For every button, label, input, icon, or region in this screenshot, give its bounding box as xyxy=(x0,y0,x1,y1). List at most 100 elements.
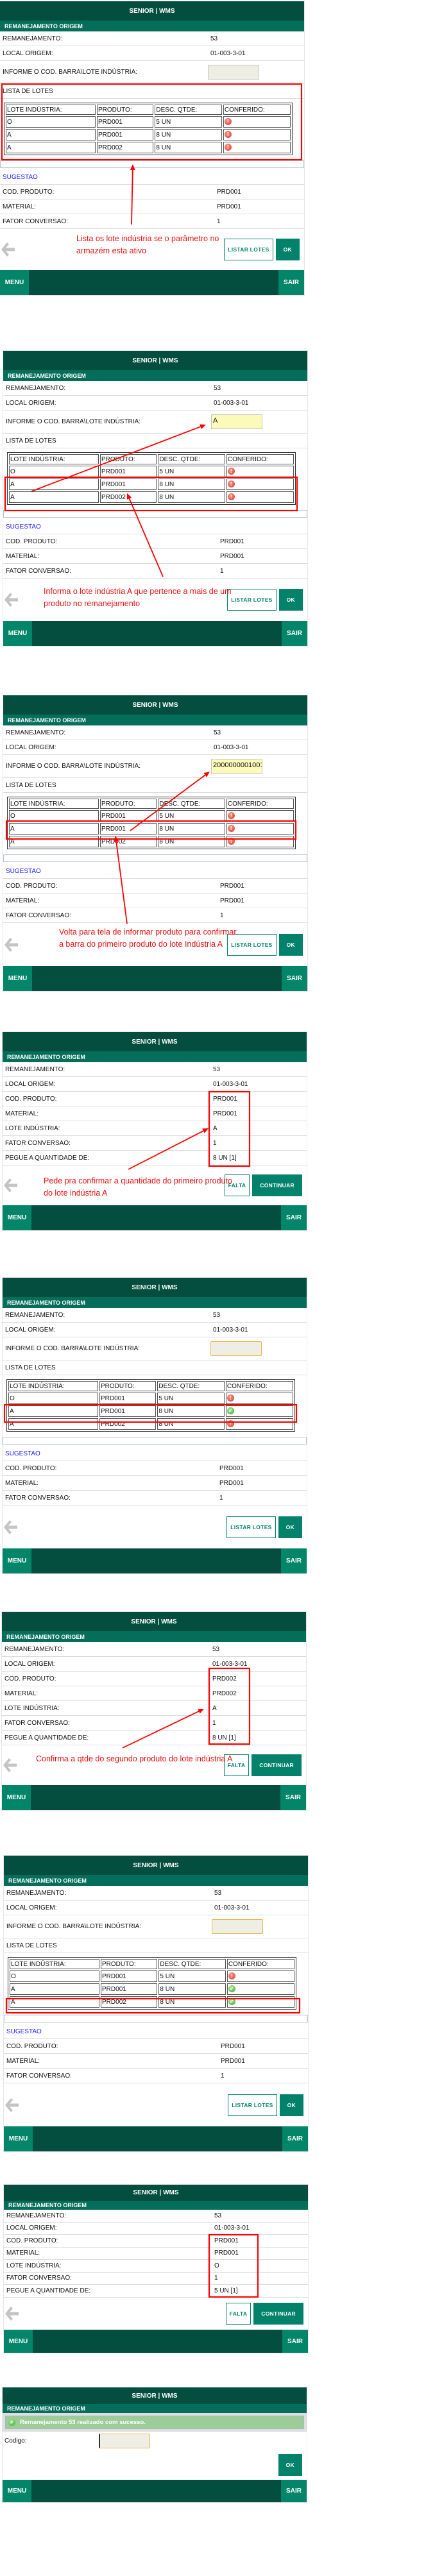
table-row[interactable]: A PRD002 8 UN! xyxy=(6,142,291,153)
success-message-wrap: ✓ Remanejamento 53 realizado com sucesso. xyxy=(3,2413,307,2432)
menu-button[interactable]: MENU xyxy=(3,1205,31,1230)
info-row: MATERIAL: PRD001 xyxy=(4,2248,308,2260)
column-header: CONFERIDO: xyxy=(223,105,291,115)
exit-button[interactable]: SAIR xyxy=(282,2330,308,2353)
exit-button[interactable]: SAIR xyxy=(282,966,307,991)
barcode-input[interactable] xyxy=(212,1919,263,1934)
exit-button[interactable]: SAIR xyxy=(282,621,307,646)
field-label: LOTE INDÚSTRIA: xyxy=(6,2262,62,2269)
exit-button[interactable]: SAIR xyxy=(281,1205,307,1230)
table-row[interactable]: A PRD001 8 UN ✓ xyxy=(8,1405,293,1417)
menu-button[interactable]: MENU xyxy=(3,966,32,991)
menu-button[interactable]: MENU xyxy=(2,1785,31,1810)
table-row[interactable]: O PRD001 5 UN! xyxy=(10,1970,294,1982)
back-arrow-icon[interactable] xyxy=(4,2096,19,2115)
list-lots-button[interactable]: LISTAR LOTES xyxy=(224,239,273,260)
annotation-text: Informa o lote indústria A que pertence … xyxy=(44,586,232,610)
exit-button[interactable]: SAIR xyxy=(281,1548,307,1573)
column-header: LOTE INDÚSTRIA: xyxy=(8,1381,99,1391)
table-row[interactable]: A PRD001 8 UN! xyxy=(9,479,294,490)
table-row[interactable]: A PRD002 8 UN! xyxy=(9,491,294,503)
annotation-line: Confirma a qtde do segundo produto do lo… xyxy=(36,1754,233,1763)
table-row[interactable]: O PRD001 5 UN! xyxy=(6,116,291,128)
section-title: REMANEJAMENTO ORIGEM xyxy=(3,1051,307,1062)
table-row[interactable]: A PRD002 8 UN! xyxy=(9,836,294,847)
exit-button[interactable]: SAIR xyxy=(282,2126,308,2151)
back-arrow-icon[interactable] xyxy=(3,1176,18,1195)
field-value: 1 xyxy=(213,1139,217,1147)
annotation-line: armazém esta ativo xyxy=(76,246,147,255)
back-arrow-icon[interactable] xyxy=(4,2304,19,2323)
exit-button[interactable]: SAIR xyxy=(278,270,304,295)
ok-button[interactable]: OK xyxy=(279,2094,303,2116)
barcode-input[interactable]: 2000000001001 xyxy=(211,759,262,774)
menu-button[interactable]: MENU xyxy=(4,2330,33,2353)
cell-produto: PRD002 xyxy=(101,1996,158,2008)
menu-button[interactable]: MENU xyxy=(3,1548,31,1573)
alert-circle-icon: ! xyxy=(224,131,232,139)
info-row: FATOR CONVERSAO: 1 xyxy=(3,1136,307,1151)
field-value: 1 xyxy=(217,217,221,225)
ok-button[interactable]: OK xyxy=(278,2453,302,2476)
table-row[interactable]: O PRD001 5 UN! xyxy=(9,810,294,822)
cell-qtde: 8 UN xyxy=(158,491,225,503)
field-value: 53 xyxy=(214,1889,222,1897)
continue-button[interactable]: CONTINUAR xyxy=(252,1174,302,1196)
barcode-input[interactable] xyxy=(210,1341,262,1356)
continue-button[interactable]: CONTINUAR xyxy=(251,1754,302,1776)
suggestion-title-row: SUGESTAO xyxy=(4,2024,308,2039)
table-row[interactable]: A PRD001 8 UN! xyxy=(6,129,291,140)
table-header-row: LOTE INDÚSTRIA: PRODUTO: DESC. QTDE: CONFER… xyxy=(10,1959,294,1969)
field-value: 01-003-3-01 xyxy=(213,1080,248,1088)
info-row: LOCAL ORIGEM: 01-003-3-01 xyxy=(3,1323,307,1337)
table-row[interactable]: A PRD002 8 UN! xyxy=(8,1418,293,1430)
alert-circle-icon: ! xyxy=(226,1420,234,1428)
table-header-row: LOTE INDÚSTRIA: PRODUTO: DESC. QTDE: CONFER… xyxy=(8,1381,293,1391)
menu-button[interactable]: MENU xyxy=(3,621,32,646)
list-lots-button[interactable]: LISTAR LOTES xyxy=(227,589,277,611)
table-row[interactable]: A PRD001 8 UN ✓ xyxy=(10,1983,294,1995)
table-row[interactable]: O PRD001 5 UN! xyxy=(8,1393,293,1404)
exit-button[interactable]: SAIR xyxy=(281,2480,307,2502)
cell-qtde: 5 UN xyxy=(158,1970,226,1982)
exit-button[interactable]: SAIR xyxy=(280,1785,306,1810)
ok-button[interactable]: OK xyxy=(278,933,303,956)
table-row[interactable]: A PRD002 8 UN ✓ xyxy=(10,1996,294,2008)
field-label: MATERIAL: xyxy=(5,1479,39,1487)
info-row: MATERIAL: PRD002 xyxy=(2,1686,306,1701)
table-row[interactable]: A PRD001 8 UN! xyxy=(9,823,294,835)
falta-button[interactable]: FALTA xyxy=(225,2302,251,2325)
ok-button[interactable]: OK xyxy=(278,1516,302,1538)
back-arrow-icon[interactable] xyxy=(2,1756,17,1775)
info-row: LOTE INDÚSTRIA: O xyxy=(4,2260,308,2273)
cell-produto: PRD002 xyxy=(100,491,157,503)
back-arrow-icon[interactable] xyxy=(3,1518,18,1537)
code-input[interactable] xyxy=(99,2433,150,2448)
field-value: 01-003-3-01 xyxy=(214,1904,250,1911)
field-label: FATOR CONVERSAO: xyxy=(5,1494,71,1502)
field-value: PRD001 xyxy=(217,203,241,210)
field-label: REMANEJAMENTO: xyxy=(3,35,63,42)
back-arrow-icon[interactable] xyxy=(3,935,19,954)
ok-button[interactable]: OK xyxy=(275,239,300,260)
barcode-input[interactable] xyxy=(208,65,259,80)
list-lots-button[interactable]: LISTAR LOTES xyxy=(226,1516,276,1538)
table-row[interactable]: O PRD001 5 UN! xyxy=(9,466,294,477)
back-arrow-icon[interactable] xyxy=(0,240,15,259)
field-label: FATOR CONVERSAO: xyxy=(6,911,71,919)
info-row: FATOR CONVERSAO: 1 xyxy=(4,2069,308,2083)
continue-button[interactable]: CONTINUAR xyxy=(253,2302,303,2325)
suggestion-title-row: SUGESTAO xyxy=(0,170,304,185)
list-lots-button[interactable]: LISTAR LOTES xyxy=(228,2094,277,2116)
field-label: LOTE INDÚSTRIA: xyxy=(4,1704,60,1712)
cell-qtde: 5 UN xyxy=(157,1393,225,1404)
back-arrow-icon[interactable] xyxy=(3,590,19,609)
column-header: DESC. QTDE: xyxy=(158,1959,226,1969)
column-header: CONFERIDO: xyxy=(226,799,294,809)
menu-button[interactable]: MENU xyxy=(4,2126,33,2151)
menu-button[interactable]: MENU xyxy=(0,270,29,295)
ok-button[interactable]: OK xyxy=(278,589,303,611)
field-label: COD. PRODUTO: xyxy=(6,2042,58,2050)
barcode-input[interactable]: A xyxy=(211,414,262,429)
menu-button[interactable]: MENU xyxy=(3,2480,31,2502)
